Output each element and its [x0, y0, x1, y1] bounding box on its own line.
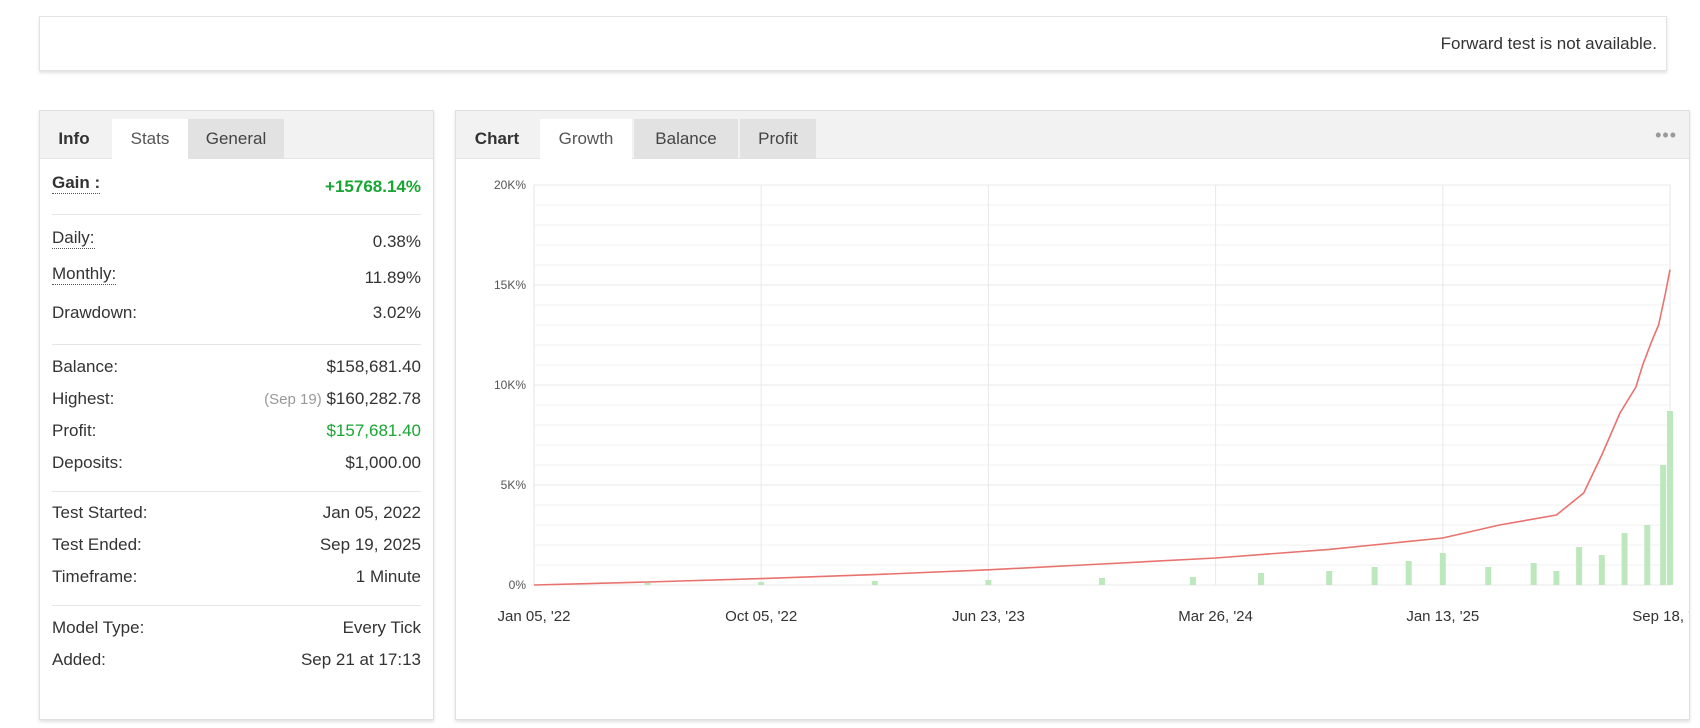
volume-bar — [1258, 573, 1265, 585]
volume-bar — [644, 583, 651, 585]
highest-label: Highest: — [52, 389, 115, 408]
test-started-value: Jan 05, 2022 — [322, 503, 421, 522]
balance-label: Balance: — [52, 357, 119, 376]
volume-bar — [1660, 465, 1667, 585]
drawdown-row: Drawdown: 3.02% — [52, 303, 421, 327]
volume-bar — [1326, 571, 1333, 585]
y-tick-label: 10K% — [494, 378, 526, 392]
model-type-label: Model Type: — [52, 618, 145, 637]
more-horizontal-icon[interactable]: ••• — [1655, 125, 1677, 146]
highest-value-group: (Sep 19) $160,282.78 — [264, 389, 421, 409]
balance-value: $158,681.40 — [326, 357, 421, 376]
highest-value: $160,282.78 — [326, 389, 421, 408]
divider — [52, 214, 421, 215]
added-row: Added: Sep 21 at 17:13 — [52, 650, 421, 674]
highest-row: Highest: (Sep 19) $160,282.78 — [52, 389, 421, 413]
growth-chart: 0% 5K% 10K% 15K% 20K% Jan 05, '22 Oct 05, '22 J… — [494, 178, 1689, 625]
volume-bar — [1667, 411, 1673, 585]
x-tick-label: Sep 18, '25 — [1632, 608, 1689, 625]
stats-panel: Info Stats General Gain : +15768.14% Dai… — [39, 110, 434, 720]
x-tick-label: Jan 13, '25 — [1406, 608, 1479, 625]
volume-bar — [1485, 567, 1492, 585]
monthly-label[interactable]: Monthly: — [52, 264, 117, 285]
volume-bar — [1621, 533, 1628, 585]
drawdown-label: Drawdown: — [52, 303, 138, 322]
forward-test-notice: Forward test is not available. — [39, 16, 1667, 71]
test-started-row: Test Started: Jan 05, 2022 — [52, 503, 421, 527]
balance-row: Balance: $158,681.40 — [52, 357, 421, 381]
chart-tabbar: Chart Growth Balance Profit ••• — [456, 111, 1689, 159]
test-ended-label: Test Ended: — [52, 535, 142, 554]
y-tick-label: 15K% — [494, 278, 526, 292]
volume-bar — [1371, 567, 1378, 585]
divider — [52, 491, 421, 492]
volume-bar — [1530, 563, 1537, 585]
test-ended-value: Sep 19, 2025 — [319, 535, 421, 554]
tab-growth[interactable]: Growth — [540, 119, 632, 159]
test-started-label: Test Started: — [52, 503, 148, 522]
timeframe-value: 1 Minute — [355, 567, 421, 586]
profit-row: Profit: $157,681.40 — [52, 421, 421, 445]
highest-date: (Sep 19) — [264, 391, 322, 408]
test-ended-row: Test Ended: Sep 19, 2025 — [52, 535, 421, 559]
volume-bar — [1598, 555, 1605, 585]
deposits-label: Deposits: — [52, 453, 123, 472]
x-tick-label: Oct 05, '22 — [725, 608, 797, 625]
volume-bar — [1439, 553, 1446, 585]
added-label: Added: — [52, 650, 106, 669]
x-tick-label: Jan 05, '22 — [498, 608, 571, 625]
y-tick-label: 20K% — [494, 178, 526, 192]
monthly-value: 11.89% — [364, 268, 421, 287]
volume-bar — [1644, 525, 1651, 585]
volume-bar — [1189, 577, 1196, 585]
tab-general[interactable]: General — [188, 119, 284, 159]
model-type-value: Every Tick — [342, 618, 421, 637]
daily-row: Daily: 0.38% — [52, 228, 421, 252]
gain-label[interactable]: Gain : — [52, 173, 101, 194]
tab-info[interactable]: Info — [40, 119, 108, 159]
profit-label: Profit: — [52, 421, 97, 440]
added-value: Sep 21 at 17:13 — [300, 650, 421, 669]
timeframe-label: Timeframe: — [52, 567, 138, 586]
volume-bar — [871, 581, 878, 585]
y-tick-label: 5K% — [501, 478, 527, 492]
deposits-row: Deposits: $1,000.00 — [52, 453, 421, 477]
timeframe-row: Timeframe: 1 Minute — [52, 567, 421, 591]
monthly-row: Monthly: 11.89% — [52, 264, 421, 288]
x-tick-label: Mar 26, '24 — [1178, 608, 1253, 625]
gain-value: +15768.14% — [325, 177, 421, 196]
tab-balance[interactable]: Balance — [634, 119, 738, 159]
drawdown-value: 3.02% — [372, 303, 421, 322]
divider — [52, 605, 421, 606]
x-tick-label: Jun 23, '23 — [952, 608, 1025, 625]
chart-panel: Chart Growth Balance Profit ••• 0% 5K% 10K… — [455, 110, 1690, 720]
tab-chart[interactable]: Chart — [456, 119, 538, 159]
gain-row: Gain : +15768.14% — [52, 173, 421, 197]
divider — [52, 344, 421, 345]
forward-test-notice-text: Forward test is not available. — [1440, 34, 1657, 53]
profit-value: $157,681.40 — [326, 421, 421, 440]
volume-bar — [1553, 571, 1560, 585]
volume-bar — [1576, 547, 1583, 585]
volume-bar — [985, 580, 992, 585]
tab-stats[interactable]: Stats — [112, 119, 188, 159]
volume-bar — [1405, 561, 1412, 585]
deposits-value: $1,000.00 — [345, 453, 421, 472]
volume-bar — [1099, 578, 1105, 585]
daily-value: 0.38% — [372, 232, 421, 251]
y-tick-label: 0% — [509, 578, 527, 592]
daily-label[interactable]: Daily: — [52, 228, 95, 249]
model-type-row: Model Type: Every Tick — [52, 618, 421, 642]
tab-profit[interactable]: Profit — [740, 119, 816, 159]
volume-bar — [758, 582, 765, 585]
stats-tabbar: Info Stats General — [40, 111, 433, 159]
